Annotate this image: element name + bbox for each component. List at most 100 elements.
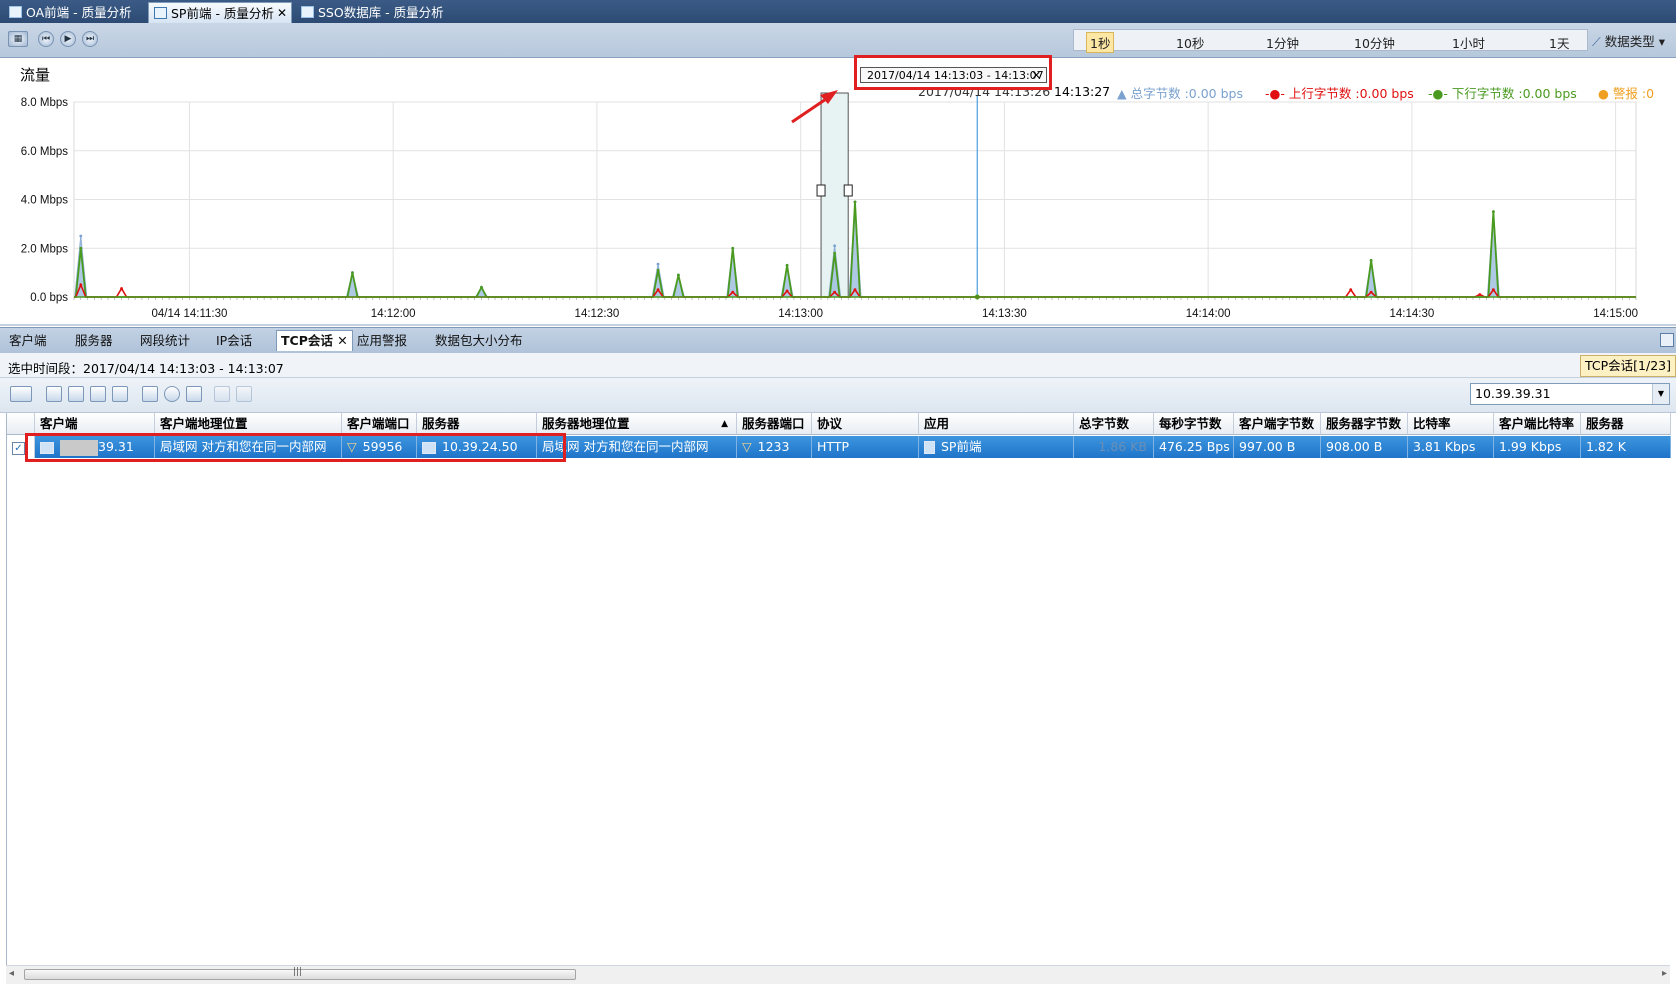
tab-segments[interactable]: 网段统计 (140, 331, 190, 351)
first-icon[interactable]: ⏮ (38, 31, 54, 47)
legend-total-label: 总字节数 :0.00 bps (1130, 86, 1243, 101)
port-icon: ▽ (742, 439, 752, 454)
dot-icon: ● (1598, 86, 1613, 101)
series-up-point (1369, 290, 1373, 294)
tab-servers[interactable]: 服务器 (75, 331, 113, 351)
hover-time-end: 14:13:27 (1054, 84, 1111, 99)
scrollbar-thumb[interactable]: ||| (24, 967, 576, 980)
column-header[interactable]: 比特率 (1408, 413, 1494, 435)
series-up-point (731, 290, 735, 294)
column-header[interactable]: 客户端字节数 (1234, 413, 1321, 435)
tab-clients[interactable]: 客户端 (9, 331, 47, 351)
column-header[interactable]: 协议 (812, 413, 919, 435)
chart-toolbar: ▦ ⏮ ▶ ⏭ 1秒 10秒 1分钟 10分钟 1小时 1天 ⟋ 数据类型 ▾ (0, 23, 1676, 58)
scroll-left-icon[interactable]: ◂ (9, 968, 14, 979)
column-header[interactable]: 客户端端口 (342, 413, 417, 435)
legend-alarm[interactable]: ● 警报 :0 (1598, 83, 1654, 102)
export-icon[interactable] (46, 386, 62, 402)
time-scale-slider[interactable]: 1秒 10秒 1分钟 10分钟 1小时 1天 (1073, 29, 1588, 53)
checkbox-check-icon: ✓ (12, 442, 25, 455)
copy-icon[interactable] (214, 386, 230, 402)
tab-packet-size[interactable]: 数据包大小分布 (435, 331, 523, 351)
grip-icon: ||| (293, 967, 303, 977)
package-icon[interactable] (68, 386, 84, 402)
filter-icon[interactable] (186, 386, 202, 402)
series-down-point (731, 246, 735, 250)
traffic-chart[interactable]: 8.0 Mbps 6.0 Mbps 4.0 Mbps 2.0 Mbps 0.0 bps 0… (0, 58, 1676, 326)
tab-ip-sessions[interactable]: IP会话 (216, 331, 252, 351)
session-count-badge: TCP会话[1/23] (1580, 355, 1676, 377)
series-up-point (785, 289, 789, 293)
app-list-icon (924, 441, 935, 454)
line-marker-icon: -●- (1265, 86, 1289, 101)
time-scale-1h[interactable]: 1小时 (1452, 33, 1485, 52)
pie-chart-icon[interactable] (164, 386, 180, 402)
top-filter-icon[interactable] (10, 386, 32, 402)
columns-icon[interactable] (112, 386, 128, 402)
column-header[interactable]: 服务器 (1581, 413, 1671, 435)
tab-app-alerts[interactable]: 应用警报 (357, 331, 407, 351)
close-icon[interactable]: ✕ (337, 333, 347, 348)
highlight-box (25, 433, 566, 462)
legend-down[interactable]: -●- 下行字节数 :0.00 bps (1428, 83, 1577, 102)
ip-filter-value: 10.39.39.31 (1475, 386, 1551, 401)
person-icon: ▲ (1117, 86, 1131, 101)
horizontal-scrollbar[interactable]: ◂ ||| ▸ (6, 965, 1670, 984)
doc-tab-oa[interactable]: OA前端 - 质量分析 (4, 2, 144, 23)
selection-handle (816, 184, 826, 197)
column-header[interactable]: 客户端比特率 (1494, 413, 1581, 435)
column-header-select[interactable] (7, 413, 35, 435)
panel-menu-icon[interactable] (1660, 333, 1674, 347)
column-header[interactable]: 服务器字节数 (1321, 413, 1408, 435)
column-header[interactable]: 应用 (919, 413, 1074, 435)
paste-icon[interactable] (236, 386, 252, 402)
sort-asc-icon: ▲ (721, 419, 728, 429)
next-icon[interactable]: ▶ (60, 31, 76, 47)
series-down-point (785, 263, 789, 267)
client-bitrate-cell: 1.99 Kbps (1494, 436, 1581, 458)
x-tick-label: 14:13:30 (982, 308, 1027, 320)
y-tick-label: 2.0 Mbps (21, 243, 69, 255)
x-tick-label: 14:14:30 (1390, 308, 1435, 320)
x-tick-label: 14:15:00 (1593, 308, 1638, 320)
column-header-sorted[interactable]: 服务器地理位置 ▲ (537, 413, 737, 435)
save-icon[interactable] (90, 386, 106, 402)
y-tick-label: 0.0 bps (30, 292, 68, 304)
close-icon[interactable]: ✕ (277, 3, 287, 24)
ip-filter-combo[interactable]: 10.39.39.31 ▼ (1470, 383, 1670, 405)
x-tick-label: 14:12:30 (575, 308, 620, 320)
doc-tab-label: OA前端 - 质量分析 (26, 5, 132, 20)
data-type-label: 数据类型 ▾ (1604, 34, 1665, 49)
last-icon[interactable]: ⏭ (82, 31, 98, 47)
selection-handle (843, 184, 853, 197)
calendar-icon[interactable]: ▦ (8, 31, 28, 47)
chevron-down-icon[interactable]: ▼ (1652, 384, 1669, 404)
series-up-point (656, 288, 660, 292)
doc-tab-sso[interactable]: SSO数据库 - 质量分析 (296, 2, 456, 23)
time-scale-10s[interactable]: 10秒 (1176, 33, 1204, 52)
tab-tcp-label: TCP会话 (281, 333, 333, 348)
total-bytes-cell: 1.86 KB (1074, 436, 1154, 458)
column-header[interactable]: 总字节数 (1074, 413, 1154, 435)
column-header[interactable]: 客户端地理位置 (155, 413, 342, 435)
doc-tab-sp[interactable]: SP前端 - 质量分析 ✕ (148, 2, 292, 23)
series-up-point (79, 283, 83, 287)
column-header[interactable]: 服务器 (417, 413, 537, 435)
column-header[interactable]: 服务器端口 (737, 413, 812, 435)
chart-title: 流量 (20, 66, 51, 84)
time-scale-1m[interactable]: 1分钟 (1266, 33, 1299, 52)
time-scale-10m[interactable]: 10分钟 (1354, 33, 1395, 52)
server-bitrate-cell: 1.82 K (1581, 436, 1671, 458)
tab-tcp-sessions[interactable]: TCP会话 ✕ (276, 330, 353, 351)
traffic-chart-panel: 8.0 Mbps 6.0 Mbps 4.0 Mbps 2.0 Mbps 0.0 bps 0… (0, 58, 1676, 326)
application-cell: SP前端 (919, 436, 1074, 458)
legend-up[interactable]: -●- 上行字节数 :0.00 bps (1265, 83, 1414, 102)
image-icon[interactable] (142, 386, 158, 402)
scroll-right-icon[interactable]: ▸ (1662, 968, 1667, 979)
legend-total[interactable]: ▲ 总字节数 :0.00 bps (1117, 83, 1243, 102)
column-header[interactable]: 每秒字节数 (1154, 413, 1234, 435)
column-header[interactable]: 客户端 (35, 413, 155, 435)
time-scale-1s[interactable]: 1秒 (1086, 32, 1115, 53)
data-type-dropdown[interactable]: ⟋ 数据类型 ▾ (1592, 31, 1665, 50)
time-scale-1d[interactable]: 1天 (1549, 33, 1569, 52)
